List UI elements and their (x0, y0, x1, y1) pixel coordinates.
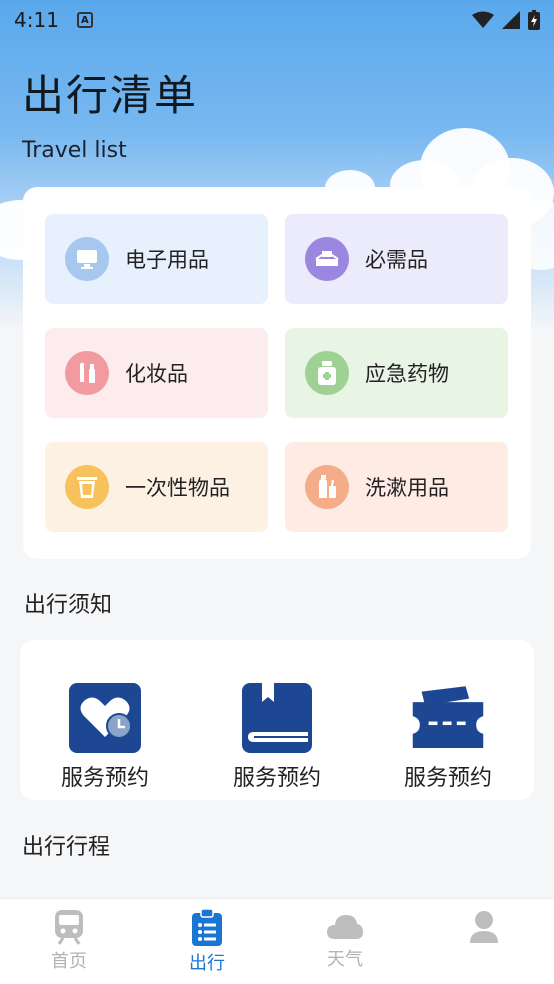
user-icon (470, 911, 498, 943)
clipboard-list-icon (192, 909, 222, 946)
service-label: 服务预约 (232, 766, 321, 791)
category-label: 应急药物 (365, 362, 449, 386)
disposable-cup-icon (65, 465, 109, 509)
heart-clock-icon (69, 683, 141, 753)
accessibility-badge-icon: A (76, 12, 93, 28)
page-subtitle: Travel list (22, 138, 127, 163)
ticket-icon (412, 686, 484, 748)
travel-list-card: 电子用品 必需品 化妆品 应急药物 一次性物品 洗漱用品 (23, 187, 531, 559)
tab-label: 出行 (189, 953, 225, 974)
category-disposables[interactable]: 一次性物品 (45, 442, 268, 532)
service-label: 服务预约 (403, 766, 492, 791)
wifi-icon (472, 11, 494, 28)
signal-icon (502, 11, 520, 29)
tab-profile[interactable] (439, 909, 529, 949)
category-label: 电子用品 (125, 248, 209, 272)
notice-card: 服务预约 服务预约 服务预约 (20, 640, 534, 800)
tab-home[interactable]: 首页 (24, 909, 114, 973)
category-cosmetics[interactable]: 化妆品 (45, 328, 268, 418)
cloud-icon (327, 915, 363, 939)
cosmetics-icon (65, 351, 109, 395)
toiletries-icon (305, 465, 349, 509)
category-electronics[interactable]: 电子用品 (45, 214, 268, 304)
page-title: 出行清单 (22, 71, 199, 120)
tray-icon (305, 237, 349, 281)
book-icon (242, 683, 312, 753)
category-label: 化妆品 (125, 362, 188, 386)
category-toiletries[interactable]: 洗漱用品 (285, 442, 508, 532)
service-item[interactable]: 服务预约 (373, 682, 523, 792)
category-label: 必需品 (365, 248, 428, 272)
medicine-bottle-icon (305, 351, 349, 395)
monitor-icon (65, 237, 109, 281)
tab-label: 首页 (51, 951, 87, 972)
service-label: 服务预约 (60, 766, 149, 791)
notice-section-title: 出行须知 (24, 593, 113, 618)
tab-travel[interactable]: 出行 (162, 909, 252, 975)
train-icon (55, 910, 83, 945)
tab-weather[interactable]: 天气 (300, 909, 390, 971)
status-bar: 4:11 A (0, 0, 554, 40)
tab-label: 天气 (327, 949, 363, 970)
service-item[interactable]: 服务预约 (30, 682, 180, 792)
battery-icon (528, 10, 540, 30)
service-item[interactable]: 服务预约 (202, 682, 352, 792)
itinerary-section-title: 出行行程 (22, 835, 111, 860)
category-emergency-medicine[interactable]: 应急药物 (285, 328, 508, 418)
category-label: 洗漱用品 (365, 476, 449, 500)
bottom-tab-bar: 首页 出行 天气 (0, 898, 554, 984)
status-time: 4:11 (14, 8, 59, 32)
category-label: 一次性物品 (125, 476, 230, 500)
category-essentials[interactable]: 必需品 (285, 214, 508, 304)
